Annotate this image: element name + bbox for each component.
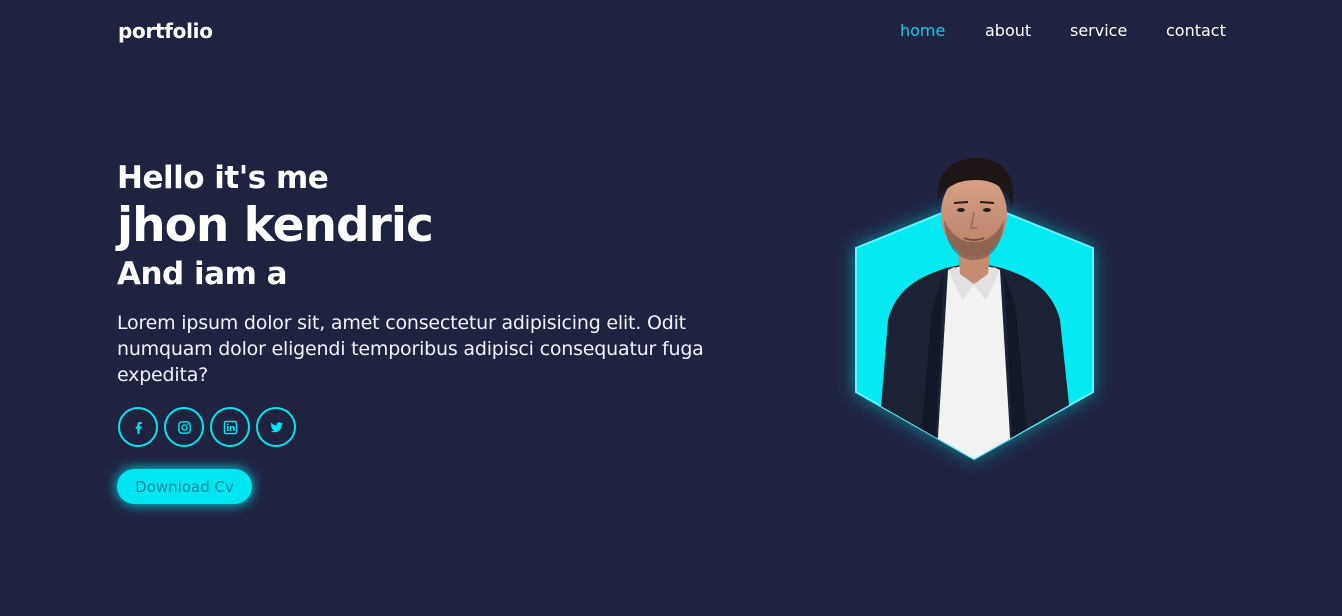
greeting-heading: Hello it's me — [117, 160, 329, 196]
nav-service[interactable]: service — [1070, 21, 1127, 40]
profile-portrait — [836, 150, 1116, 480]
name-heading: jhon kendric — [117, 198, 434, 253]
facebook-link[interactable] — [118, 407, 158, 447]
instagram-icon — [176, 419, 193, 436]
twitter-link[interactable] — [256, 407, 296, 447]
download-cv-button[interactable]: Download Cv — [117, 469, 252, 504]
hero-intro: Hello it's me jhon kendric And iam a Lor… — [117, 158, 737, 388]
linkedin-icon — [222, 419, 239, 436]
social-links — [118, 407, 296, 447]
twitter-icon — [268, 419, 285, 436]
facebook-icon — [130, 419, 147, 436]
logo[interactable]: portfolio — [118, 19, 213, 43]
role-heading: And iam a — [117, 256, 288, 292]
nav-about[interactable]: about — [985, 21, 1031, 40]
site-header: portfolio home about service contact — [0, 0, 1342, 62]
linkedin-link[interactable] — [210, 407, 250, 447]
hero-description: Lorem ipsum dolor sit, amet consectetur … — [117, 312, 704, 386]
instagram-link[interactable] — [164, 407, 204, 447]
nav-home[interactable]: home — [900, 21, 945, 40]
nav-contact[interactable]: contact — [1166, 21, 1226, 40]
